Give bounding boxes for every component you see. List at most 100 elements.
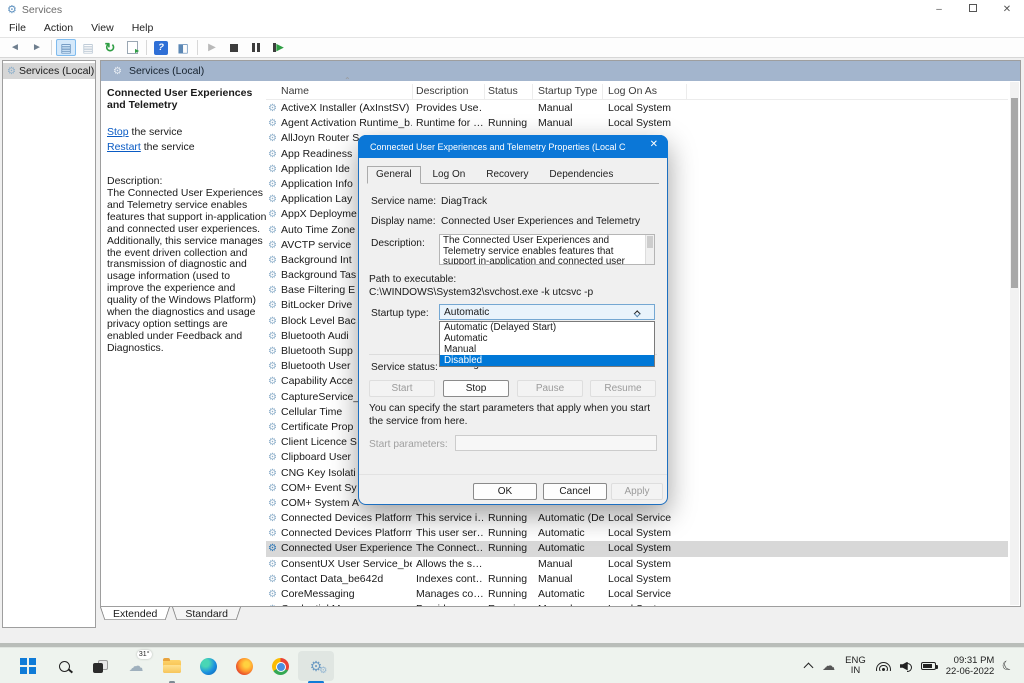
taskbar: ☁31° ⚙ ☁ ENGIN 09:31 PM22-06-2022 ☾ (0, 647, 1024, 683)
speaker-icon[interactable] (900, 661, 913, 672)
cell-description: Allows the s… (416, 557, 483, 572)
apply-button[interactable]: Apply (611, 483, 663, 500)
ok-button[interactable]: OK (473, 483, 537, 500)
task-view-button[interactable] (82, 651, 118, 681)
extended-description-pane: Connected User Experiences and Telemetry… (107, 87, 267, 604)
wifi-icon[interactable] (876, 662, 892, 671)
show-console-icon[interactable]: ▤ (56, 39, 76, 56)
cancel-button[interactable]: Cancel (543, 483, 607, 500)
table-row[interactable]: ⚙ ActiveX Installer (AxInstSV) Provides … (266, 101, 1008, 116)
stop-service-icon[interactable] (224, 39, 244, 56)
properties-icon[interactable]: ▤ (78, 39, 98, 56)
resume-button[interactable]: Resume (590, 380, 656, 397)
cell-name: Agent Activation Runtime_b… (281, 116, 412, 131)
menu-file[interactable]: File (0, 20, 35, 36)
table-row[interactable]: ⚙ Contact Data_be642d Indexes cont… Runn… (266, 572, 1008, 587)
back-icon[interactable]: ◄ (5, 39, 25, 56)
description-scrollbar[interactable] (645, 235, 654, 264)
table-row[interactable]: ⚙ Connected Devices Platform … This serv… (266, 511, 1008, 526)
restart-service-icon[interactable]: ▶ (268, 39, 288, 56)
dropdown-option[interactable]: Automatic (440, 333, 654, 344)
tab-standard[interactable]: Standard (172, 607, 241, 622)
dropdown-option[interactable]: Disabled (440, 355, 654, 366)
chrome-button[interactable] (262, 651, 298, 681)
minimize-button[interactable]: – (922, 0, 956, 19)
cell-log-on-as: Local System (608, 101, 693, 116)
start-service-icon[interactable]: ▶ (202, 39, 222, 56)
firefox-button[interactable] (226, 651, 262, 681)
column-name[interactable]: Name (281, 85, 412, 97)
dialog-description-box[interactable]: The Connected User Experiences and Telem… (439, 234, 655, 265)
table-row[interactable]: ⚙ Credential Manager Provides sec… Runni… (266, 602, 1008, 606)
cell-startup-type: Automatic (De… (538, 511, 605, 526)
dialog-close-icon[interactable]: ✕ (650, 139, 658, 150)
services-app-button[interactable]: ⚙ (298, 651, 334, 681)
taskbar-search-button[interactable] (46, 651, 82, 681)
list-scrollbar[interactable] (1010, 82, 1019, 605)
scrollbar-thumb[interactable] (1011, 98, 1018, 288)
panel-header: ⚙ Services (Local) (101, 61, 1020, 81)
battery-icon[interactable] (921, 662, 936, 670)
service-icon: ⚙ (268, 420, 277, 435)
weather-widget-button[interactable]: ☁31° (118, 651, 154, 681)
service-icon: ⚙ (268, 238, 277, 253)
table-row[interactable]: ⚙ Connected User Experiences … The Conne… (266, 541, 1008, 556)
menu-bar: File Action View Help (0, 19, 1024, 37)
dropdown-option[interactable]: Manual (440, 344, 654, 355)
file-explorer-button[interactable] (154, 651, 190, 681)
start-button[interactable]: Start (369, 380, 435, 397)
focus-assist-moon-icon[interactable]: ☾ (1000, 656, 1017, 675)
tray-chevron-up-icon[interactable] (804, 663, 814, 673)
services-icon: ⚙ (113, 66, 122, 77)
tab-recovery[interactable]: Recovery (477, 166, 537, 184)
menu-action[interactable]: Action (35, 20, 82, 36)
tree-item-services-local[interactable]: ⚙ Services (Local) (3, 63, 95, 79)
cell-name: CoreMessaging (281, 587, 412, 602)
table-row[interactable]: ⚙ CoreMessaging Manages co… Running Auto… (266, 587, 1008, 602)
table-row[interactable]: ⚙ Agent Activation Runtime_b… Runtime fo… (266, 116, 1008, 131)
stop-button[interactable]: Stop (443, 380, 509, 397)
tab-extended[interactable]: Extended (100, 607, 170, 622)
cell-log-on-as: Local System (608, 541, 693, 556)
pause-service-icon[interactable] (246, 39, 266, 56)
cell-description: Provides Use… (416, 101, 483, 116)
table-row[interactable]: ⚙ Connected Devices Platform … This user… (266, 526, 1008, 541)
column-description[interactable]: Description (416, 85, 483, 97)
menu-view[interactable]: View (82, 20, 123, 36)
maximize-button[interactable] (956, 0, 990, 19)
column-startup-type[interactable]: Startup Type (538, 85, 605, 97)
dropdown-option[interactable]: Automatic (Delayed Start) (440, 322, 654, 333)
forward-icon[interactable]: ► (27, 39, 47, 56)
start-parameters-input[interactable] (455, 435, 657, 451)
help-icon[interactable]: ? (151, 39, 171, 56)
services-icon: ⚙ (7, 66, 16, 77)
tab-general[interactable]: General (367, 166, 421, 184)
pause-button[interactable]: Pause (517, 380, 583, 397)
start-parameters-note: You can specify the start parameters tha… (369, 403, 663, 428)
close-button[interactable]: ✕ (990, 0, 1024, 19)
export-list-icon[interactable] (122, 39, 142, 56)
cell-name: Connected User Experiences … (281, 541, 412, 556)
menu-help[interactable]: Help (123, 20, 163, 36)
refresh-icon[interactable]: ↻ (100, 39, 120, 56)
column-log-on-as[interactable]: Log On As (608, 85, 693, 97)
service-icon: ⚙ (268, 557, 277, 572)
clock[interactable]: 09:31 PM22-06-2022 (946, 655, 995, 677)
language-indicator[interactable]: ENGIN (845, 656, 866, 676)
table-row[interactable]: ⚙ ConsentUX User Service_be6… Allows the… (266, 557, 1008, 572)
stop-service-link[interactable]: Stop (107, 126, 129, 138)
service-icon: ⚙ (268, 147, 277, 162)
column-status[interactable]: Status (488, 85, 534, 97)
restart-service-link[interactable]: Restart (107, 141, 141, 153)
show-hide-tree-icon[interactable]: ◧ (173, 39, 193, 56)
cell-description: Runtime for … (416, 116, 483, 131)
cell-startup-type: Automatic (538, 526, 605, 541)
start-menu-button[interactable] (10, 651, 46, 681)
cell-name: ConsentUX User Service_be6… (281, 557, 412, 572)
tab-log-on[interactable]: Log On (424, 166, 475, 184)
edge-button[interactable] (190, 651, 226, 681)
tab-dependencies[interactable]: Dependencies (540, 166, 622, 184)
onedrive-cloud-icon[interactable]: ☁ (822, 658, 835, 674)
startup-type-combobox[interactable]: Automatic (439, 304, 655, 320)
service-icon: ⚙ (268, 405, 277, 420)
